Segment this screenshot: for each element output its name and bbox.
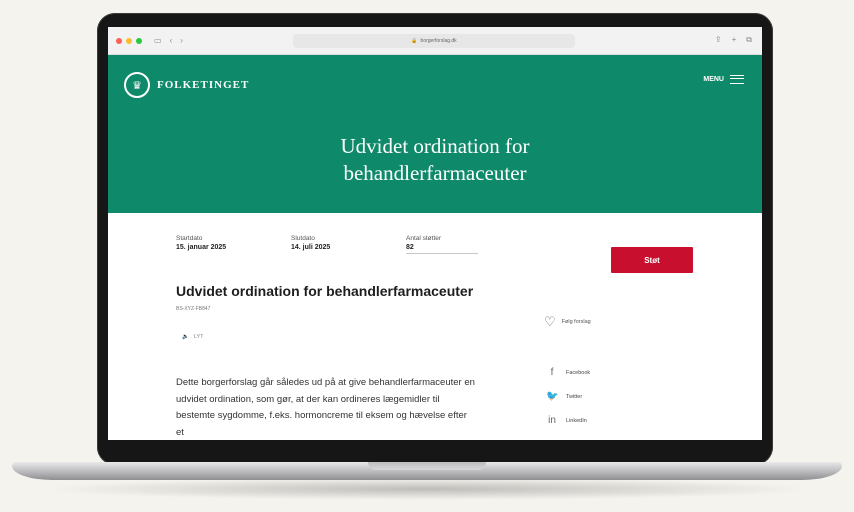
share-facebook[interactable]: f Facebook	[546, 367, 591, 378]
end-date-value: 14. juli 2025	[291, 244, 331, 251]
address-text: borgerforslag.dk	[420, 38, 457, 44]
proposal-id: BS-XYZ-FB847	[176, 306, 211, 312]
share-twitter[interactable]: 🐦 Twitter	[546, 392, 582, 402]
supporter-count-value: 82	[406, 244, 478, 254]
maximize-window-button[interactable]	[136, 37, 142, 44]
heart-icon: ♡	[544, 314, 556, 329]
window-controls	[116, 37, 142, 44]
twitter-icon: 🐦	[546, 391, 559, 402]
page-title: Udvidet ordination for behandlerfarmaceu…	[108, 133, 762, 187]
back-icon[interactable]: ‹	[170, 36, 173, 45]
new-tab-icon[interactable]: +	[732, 35, 737, 45]
laptop-shadow	[40, 478, 814, 500]
start-date-value: 15. januar 2025	[176, 244, 227, 251]
support-button[interactable]: Støt	[611, 247, 693, 273]
follow-label: Følg forslag	[561, 318, 591, 325]
address-bar[interactable]: 🔒 borgerforslag.dk	[293, 34, 575, 48]
menu-button[interactable]: MENU	[703, 75, 744, 84]
tabs-overview-icon[interactable]: ⧉	[746, 35, 752, 45]
page-title-line-1: Udvidet ordination for	[340, 134, 530, 158]
proposal-content: Startdato 15. januar 2025 Slutdato 14. j…	[108, 213, 762, 440]
supporter-count-label: Antal støtter	[406, 235, 442, 242]
site-header: ♛ FOLKETINGET MENU Udvidet ordination fo…	[108, 55, 762, 213]
start-date: Startdato 15. januar 2025	[176, 235, 291, 254]
follow-proposal-button[interactable]: ♡ Følg forslag	[544, 315, 591, 328]
start-date-label: Startdato	[176, 235, 203, 242]
support-button-label: Støt	[644, 255, 660, 265]
share-icon[interactable]: ⇪	[715, 35, 722, 45]
share-facebook-label: Facebook	[566, 370, 591, 376]
facebook-icon: f	[550, 367, 554, 378]
end-date-label: Slutdato	[291, 235, 315, 242]
share-linkedin[interactable]: in LinkedIn	[546, 416, 587, 426]
listen-label: LYT	[193, 334, 204, 340]
site-logo[interactable]: ♛ FOLKETINGET	[124, 72, 249, 98]
laptop-notch	[368, 462, 486, 470]
proposal-meta: Startdato 15. januar 2025 Slutdato 14. j…	[176, 235, 521, 254]
menu-label: MENU	[703, 76, 724, 83]
brand-name: FOLKETINGET	[157, 79, 250, 91]
hamburger-icon	[730, 75, 744, 84]
forward-icon[interactable]: ›	[180, 36, 183, 45]
share-twitter-label: Twitter	[566, 394, 583, 400]
page-title-line-2: behandlerfarmaceuter	[343, 161, 527, 185]
linkedin-icon: in	[548, 415, 556, 426]
lock-icon: 🔒	[411, 38, 418, 44]
end-date: Slutdato 14. juli 2025	[291, 235, 406, 254]
share-linkedin-label: LinkedIn	[566, 418, 587, 424]
supporter-count: Antal støtter 82	[406, 235, 521, 254]
proposal-title: Udvidet ordination for behandlerfarmaceu…	[176, 283, 474, 299]
listen-button[interactable]: 🔈 LYT	[182, 334, 204, 340]
sidebar-toggle-icon[interactable]: ▭	[154, 36, 162, 45]
laptop-screen: ▭ ‹ › 🔒 borgerforslag.dk ⇪ + ⧉ ♛ FOLKETI…	[108, 27, 762, 440]
minimize-window-button[interactable]	[126, 37, 132, 44]
close-window-button[interactable]	[116, 37, 122, 44]
speaker-icon: 🔈	[182, 334, 189, 340]
crown-emblem-icon: ♛	[124, 72, 150, 98]
browser-toolbar: ▭ ‹ › 🔒 borgerforslag.dk ⇪ + ⧉	[108, 27, 762, 55]
proposal-body: Dette borgerforslag går således ud på at…	[176, 377, 475, 438]
